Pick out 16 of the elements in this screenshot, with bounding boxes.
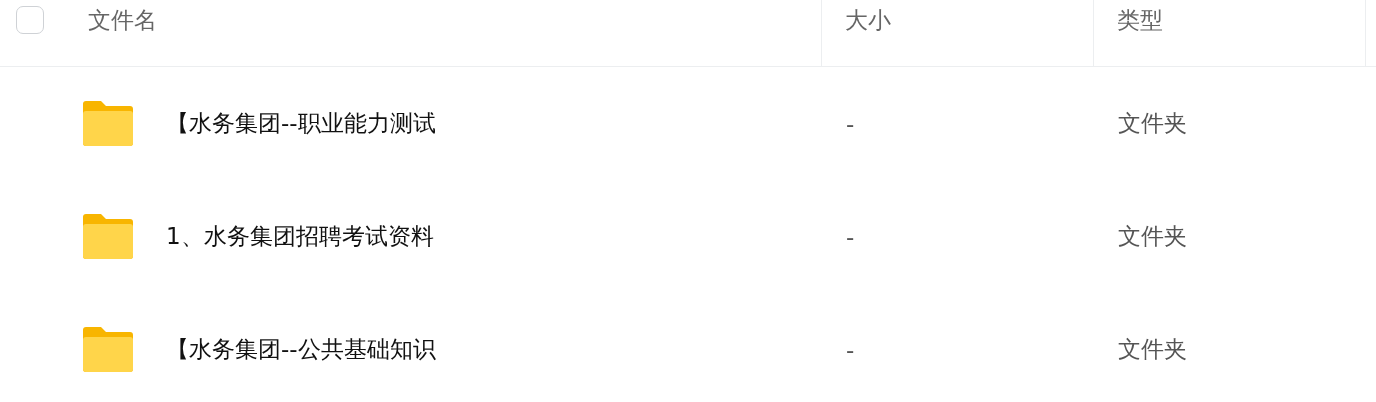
type-cell-text: 文件夹 xyxy=(1117,336,1187,362)
folder-name[interactable]: 【水务集团--职业能力测试 xyxy=(166,108,436,139)
column-header[interactable]: 大小 xyxy=(845,4,891,36)
folder-name[interactable]: 1、水务集团招聘考试资料 xyxy=(166,221,434,252)
type-cell-text: 文件夹 xyxy=(1117,110,1187,136)
folder-icon xyxy=(80,212,136,261)
column-header[interactable]: 类型 xyxy=(1117,4,1163,36)
size-cell-text: - xyxy=(845,110,855,137)
size-cell-text: - xyxy=(845,223,855,250)
type-cell-text: 文件夹 xyxy=(1117,223,1187,249)
column-header[interactable]: 文件名 xyxy=(88,4,157,36)
folder-icon xyxy=(80,99,136,148)
folder-name[interactable]: 【水务集团--公共基础知识 xyxy=(166,334,436,365)
select-all-checkbox[interactable] xyxy=(16,6,44,34)
size-cell-text: - xyxy=(845,336,855,363)
folder-icon xyxy=(80,325,136,374)
